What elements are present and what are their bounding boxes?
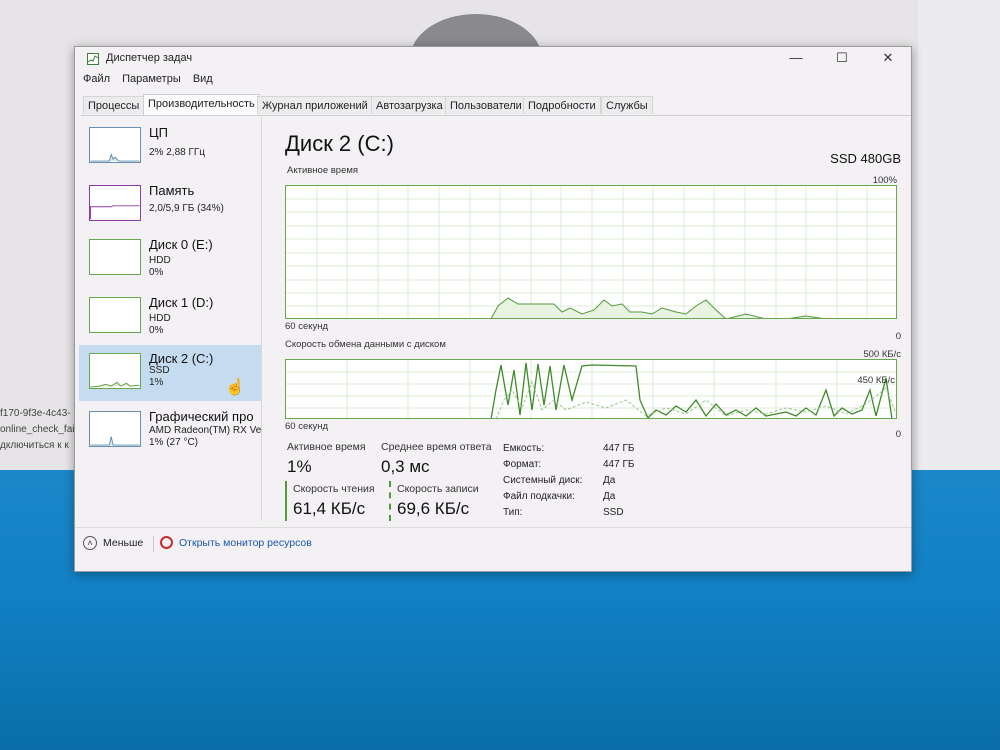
sidebar-item-usage: 0% xyxy=(149,267,164,278)
graph-secondary-label: 450 КБ/с xyxy=(857,375,895,386)
desktop-background-right xyxy=(918,0,1000,470)
tab-bar: Процессы Производительность Журнал прило… xyxy=(81,94,911,116)
response-time-value: 0,3 мс xyxy=(381,457,430,476)
background-text-line: дключиться к к xyxy=(0,440,69,451)
sidebar-item-usage: 1% (27 °C) xyxy=(149,437,199,448)
gpu-thumbnail-graph xyxy=(89,411,141,447)
read-rate-value: 61,4 КБ/с xyxy=(293,499,366,518)
tab-performance[interactable]: Производительность xyxy=(143,94,260,115)
info-value: 447 ГБ xyxy=(603,459,635,470)
background-text-line: f170-9f3e-4c43- xyxy=(0,408,71,419)
sidebar-item-label: Диск 0 (E:) xyxy=(149,237,213,252)
fewer-details-button[interactable]: Меньше xyxy=(103,537,143,549)
sidebar-item-memory[interactable]: Память 2,0/5,9 ГБ (34%) xyxy=(79,177,261,233)
graph-time-label: 60 секунд xyxy=(285,321,329,332)
close-button[interactable]: ✕ xyxy=(865,47,911,71)
sidebar-item-detail: AMD Radeon(TM) RX Ve xyxy=(149,425,262,436)
graph-grid xyxy=(286,186,896,318)
graph-grid xyxy=(286,360,896,418)
sidebar-item-gpu[interactable]: Графический про AMD Radeon(TM) RX Ve 1% … xyxy=(79,403,261,459)
info-value: SSD xyxy=(603,507,624,518)
chevron-up-icon[interactable]: ˄ xyxy=(83,536,97,550)
sidebar-item-detail: 2% 2,88 ГГц xyxy=(149,147,206,158)
sidebar-item-label: Графический про xyxy=(149,409,254,424)
page-title: Диск 2 (C:) xyxy=(285,131,394,156)
sidebar-item-detail: 2,0/5,9 ГБ (34%) xyxy=(149,203,224,214)
sidebar-item-usage: 0% xyxy=(149,325,164,336)
disk0-thumbnail-graph xyxy=(89,239,141,275)
transfer-rate-graph xyxy=(285,359,897,419)
sidebar-item-label: ЦП xyxy=(149,125,168,140)
info-key: Тип: xyxy=(503,507,523,518)
tab-users[interactable]: Пользователи xyxy=(445,96,527,114)
tab-startup[interactable]: Автозагрузка xyxy=(371,96,448,114)
active-time-graph-label: Активное время xyxy=(287,165,359,176)
disk1-thumbnail-graph xyxy=(89,297,141,333)
menu-view[interactable]: Вид xyxy=(193,73,213,85)
background-text-line: online_check_fai xyxy=(0,424,75,435)
write-rate-label: Скорость записи xyxy=(397,483,479,495)
info-key: Формат: xyxy=(503,459,542,470)
graph-min-label: 0 xyxy=(895,331,901,342)
tab-details[interactable]: Подробности xyxy=(523,96,601,114)
graph-time-label: 60 секунд xyxy=(285,421,329,432)
resource-list: ЦП 2% 2,88 ГГц Память 2,0/5,9 ГБ (34%) Д… xyxy=(75,117,262,521)
sidebar-item-disk1[interactable]: Диск 1 (D:) HDD 0% xyxy=(79,289,261,345)
footer-bar: ˄ Меньше Открыть монитор ресурсов xyxy=(75,527,911,572)
info-value: 447 ГБ xyxy=(603,443,635,454)
sidebar-item-detail: HDD xyxy=(149,313,171,324)
sidebar-item-detail: HDD xyxy=(149,255,171,266)
tab-services[interactable]: Службы xyxy=(601,96,653,114)
tab-processes[interactable]: Процессы xyxy=(83,96,145,114)
info-value: Да xyxy=(603,491,616,502)
window-title: Диспетчер задач xyxy=(106,52,193,64)
sidebar-item-disk0[interactable]: Диск 0 (E:) HDD 0% xyxy=(79,231,261,287)
task-manager-window: Диспетчер задач — ☐ ✕ Файл Параметры Вид… xyxy=(74,46,912,572)
cpu-thumbnail-graph xyxy=(89,127,141,163)
memory-thumbnail-graph xyxy=(89,185,141,221)
menu-file[interactable]: Файл xyxy=(83,73,110,85)
transfer-rate-graph-plot xyxy=(286,360,896,418)
footer-divider xyxy=(153,536,154,552)
info-key: Емкость: xyxy=(503,443,545,454)
active-time-graph xyxy=(285,185,897,319)
open-resource-monitor-link[interactable]: Открыть монитор ресурсов xyxy=(179,537,312,549)
tab-app-history[interactable]: Журнал приложений xyxy=(257,96,373,114)
read-rate-indicator xyxy=(285,481,287,521)
sidebar-item-label: Диск 1 (D:) xyxy=(149,295,214,310)
graph-min-label: 0 xyxy=(895,429,901,440)
minimize-button[interactable]: — xyxy=(773,47,819,71)
disk-model: SSD 480GB xyxy=(830,151,901,166)
transfer-rate-graph-label: Скорость обмена данными с диском xyxy=(285,339,446,350)
read-rate-label: Скорость чтения xyxy=(293,483,375,495)
disk2-thumbnail-graph xyxy=(89,353,141,389)
sidebar-item-detail: SSD xyxy=(149,365,170,376)
info-value: Да xyxy=(603,475,616,486)
response-time-label: Среднее время ответа xyxy=(381,441,492,453)
background-window-text: f170-9f3e-4c43- online_check_fai дключит… xyxy=(0,406,75,454)
resource-monitor-icon[interactable] xyxy=(160,536,173,549)
maximize-button[interactable]: ☐ xyxy=(819,47,865,71)
sidebar-item-usage: 1% xyxy=(149,377,164,388)
hand-cursor-icon: ☝ xyxy=(225,379,245,396)
sidebar-item-cpu[interactable]: ЦП 2% 2,88 ГГц xyxy=(79,119,261,175)
active-time-label: Активное время xyxy=(287,441,366,453)
disk-details-panel: Диск 2 (C:) SSD 480GB Активное время 100… xyxy=(281,123,901,523)
sidebar-item-label: Диск 2 (C:) xyxy=(149,351,214,366)
active-time-value: 1% xyxy=(287,457,312,476)
task-manager-icon xyxy=(87,53,99,65)
info-key: Файл подкачки: xyxy=(503,491,575,502)
title-bar[interactable]: Диспетчер задач — ☐ ✕ xyxy=(75,47,911,71)
active-time-graph-plot xyxy=(286,186,896,318)
write-rate-value: 69,6 КБ/с xyxy=(397,499,470,518)
write-rate-indicator xyxy=(389,481,391,521)
sidebar-item-label: Память xyxy=(149,183,195,198)
info-key: Системный диск: xyxy=(503,475,583,486)
menu-options[interactable]: Параметры xyxy=(122,73,181,85)
menu-bar: Файл Параметры Вид xyxy=(83,73,222,85)
